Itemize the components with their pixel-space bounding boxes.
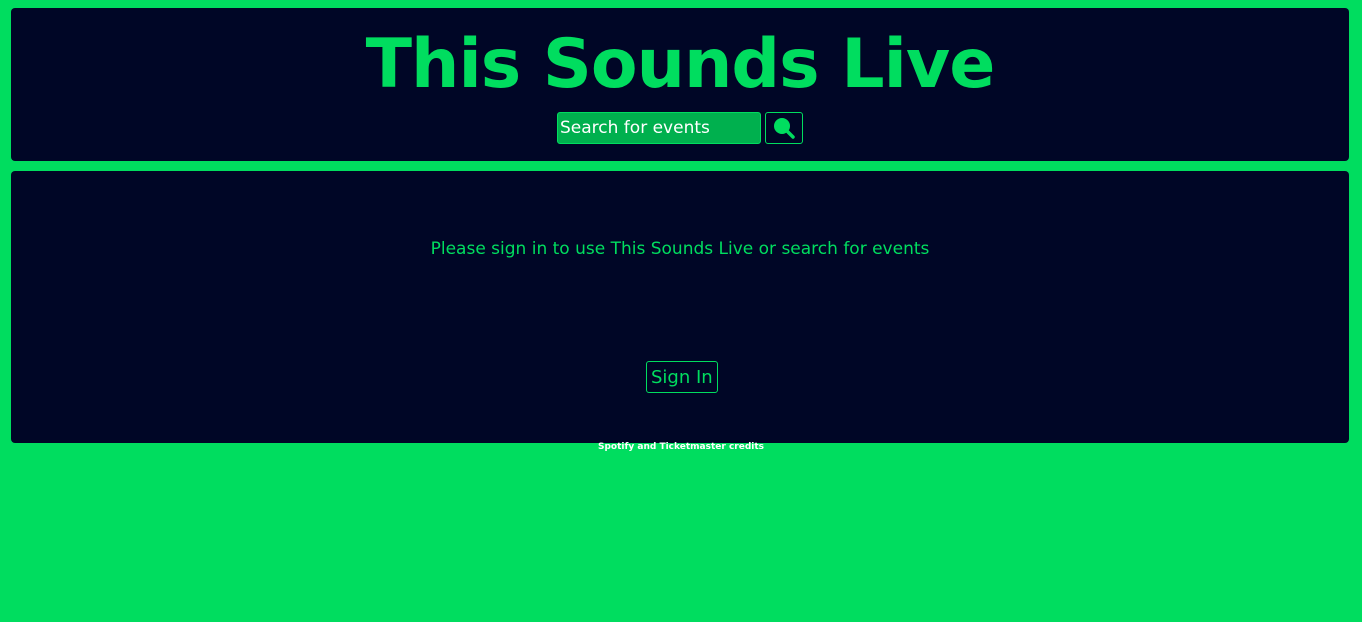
search-button[interactable] xyxy=(765,112,803,144)
credits-text: Spotify and Ticketmaster credits xyxy=(597,442,765,452)
sign-in-button[interactable]: Sign In xyxy=(646,361,718,393)
search-input[interactable] xyxy=(557,112,761,144)
site-title: This Sounds Live xyxy=(365,25,996,104)
header-panel: This Sounds Live xyxy=(11,8,1349,161)
main-panel: Please sign in to use This Sounds Live o… xyxy=(11,171,1349,443)
signin-prompt: Please sign in to use This Sounds Live o… xyxy=(430,239,930,259)
search-icon xyxy=(774,118,795,139)
search-bar xyxy=(557,112,803,144)
